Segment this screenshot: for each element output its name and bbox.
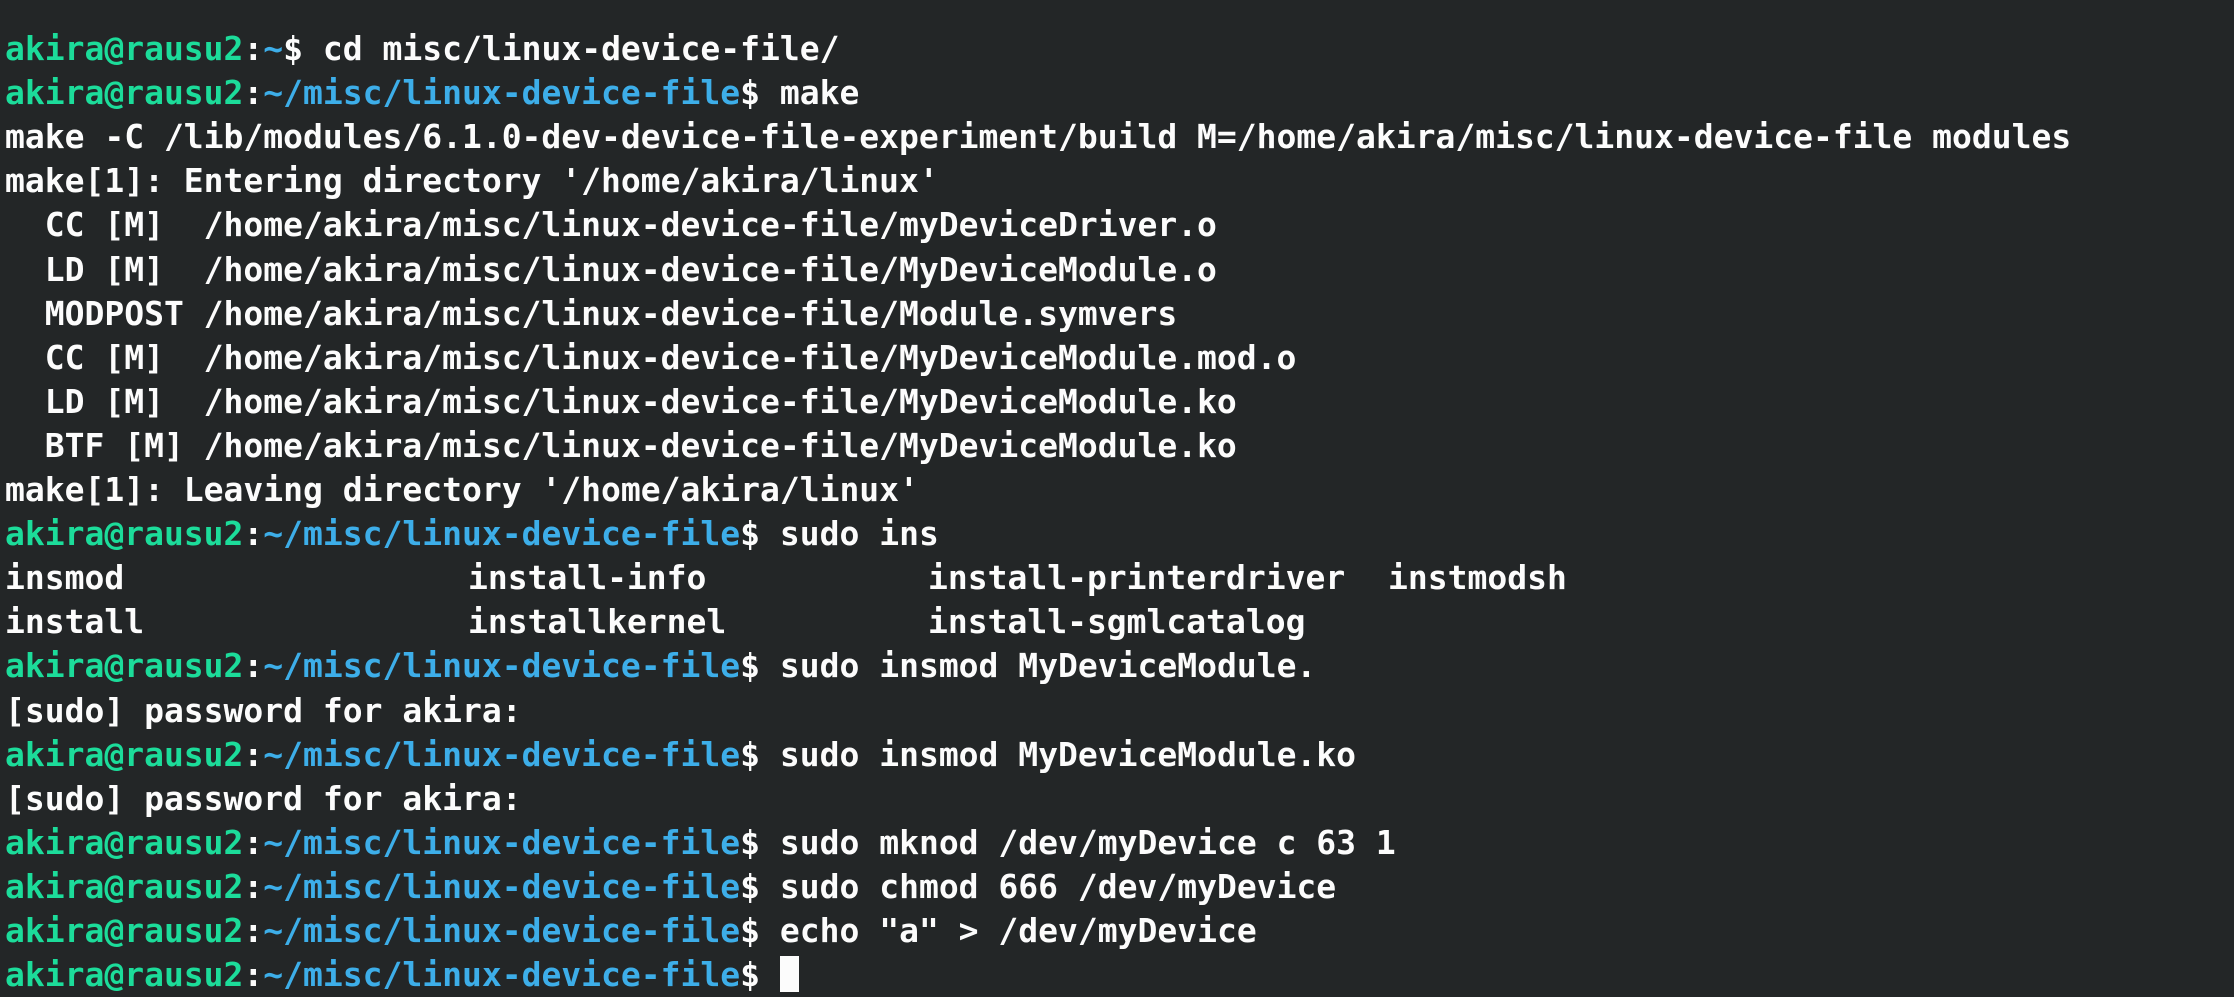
prompt-separator: :	[243, 734, 264, 774]
prompt-separator: :	[243, 29, 264, 69]
output-line: make -C /lib/modules/6.1.0-dev-device-fi…	[5, 115, 2234, 159]
terminal-cursor[interactable]	[779, 956, 799, 993]
prompt-user-host: akira@rausu2	[5, 734, 244, 774]
completion-item: instmodsh	[1388, 558, 1567, 598]
prompt-dollar: $	[740, 866, 780, 906]
prompt-user-host: akira@rausu2	[5, 646, 244, 686]
prompt-separator: :	[243, 514, 264, 554]
output-line: make[1]: Entering directory '/home/akira…	[5, 159, 2234, 203]
prompt-line: akira@rausu2:~/misc/linux-device-file$ m…	[5, 71, 2234, 115]
prompt-line: akira@rausu2:~/misc/linux-device-file$ s…	[5, 821, 2234, 865]
prompt-line: akira@rausu2:~/misc/linux-device-file$ e…	[5, 909, 2234, 953]
prompt-separator: :	[243, 955, 264, 995]
prompt-dollar: $	[740, 910, 780, 950]
output-line: MODPOST /home/akira/misc/linux-device-fi…	[5, 292, 2234, 336]
output-line: LD [M] /home/akira/misc/linux-device-fil…	[5, 380, 2234, 424]
output-text: CC [M] /home/akira/misc/linux-device-fil…	[5, 337, 1297, 377]
output-text: [sudo] password for akira:	[5, 690, 522, 730]
prompt-path: ~/misc/linux-device-file	[263, 73, 741, 113]
output-line: LD [M] /home/akira/misc/linux-device-fil…	[5, 248, 2234, 292]
command-text: sudo insmod MyDeviceModule.ko	[779, 734, 1357, 774]
prompt-path: ~/misc/linux-device-file	[263, 822, 741, 862]
terminal-output[interactable]: akira@rausu2:~$ cd misc/linux-device-fil…	[5, 0, 2234, 996]
prompt-separator: :	[243, 866, 264, 906]
output-text: make[1]: Leaving directory '/home/akira/…	[5, 470, 919, 510]
prompt-line: akira@rausu2:~/misc/linux-device-file$ s…	[5, 733, 2234, 777]
prompt-dollar: $	[740, 73, 780, 113]
prompt-path: ~/misc/linux-device-file	[263, 646, 741, 686]
command-text: sudo insmod MyDeviceModule.	[779, 646, 1317, 686]
prompt-user-host: akira@rausu2	[5, 73, 244, 113]
prompt-path: ~/misc/linux-device-file	[263, 910, 741, 950]
prompt-dollar: $	[740, 734, 780, 774]
command-text: make	[779, 73, 860, 113]
prompt-dollar: $	[740, 822, 780, 862]
prompt-user-host: akira@rausu2	[5, 955, 244, 995]
completion-item: install-printerdriver	[928, 558, 1346, 598]
output-line: install installkernel install-sgmlcatalog	[5, 600, 2234, 644]
command-text: sudo mknod /dev/myDevice c 63 1	[779, 822, 1396, 862]
prompt-path: ~/misc/linux-device-file	[263, 734, 741, 774]
prompt-dollar: $	[740, 955, 780, 995]
prompt-line: akira@rausu2:~/misc/linux-device-file$ s…	[5, 512, 2234, 556]
prompt-dollar: $	[740, 646, 780, 686]
command-text: cd misc/linux-device-file/	[322, 29, 840, 69]
output-line: [sudo] password for akira:	[5, 689, 2234, 733]
prompt-path: ~/misc/linux-device-file	[263, 514, 741, 554]
output-line: [sudo] password for akira:	[5, 777, 2234, 821]
prompt-separator: :	[243, 646, 264, 686]
prompt-separator: :	[243, 73, 264, 113]
prompt-user-host: akira@rausu2	[5, 822, 244, 862]
output-text: MODPOST /home/akira/misc/linux-device-fi…	[5, 293, 1178, 333]
prompt-separator: :	[243, 910, 264, 950]
prompt-path: ~	[263, 29, 284, 69]
command-text: echo "a" > /dev/myDevice	[779, 910, 1257, 950]
prompt-user-host: akira@rausu2	[5, 29, 244, 69]
output-text: make -C /lib/modules/6.1.0-dev-device-fi…	[5, 117, 2072, 157]
prompt-user-host: akira@rausu2	[5, 866, 244, 906]
completion-item: installkernel	[468, 602, 727, 642]
output-text: LD [M] /home/akira/misc/linux-device-fil…	[5, 381, 1237, 421]
command-text: sudo ins	[779, 514, 939, 554]
prompt-line: akira@rausu2:~/misc/linux-device-file$ s…	[5, 865, 2234, 909]
completion-item: install	[5, 602, 145, 642]
output-line: CC [M] /home/akira/misc/linux-device-fil…	[5, 203, 2234, 247]
prompt-line: akira@rausu2:~/misc/linux-device-file$	[5, 953, 2234, 997]
prompt-separator: :	[243, 822, 264, 862]
completion-item: insmod	[5, 558, 125, 598]
output-text: BTF [M] /home/akira/misc/linux-device-fi…	[5, 425, 1237, 465]
prompt-dollar: $	[740, 514, 780, 554]
output-text: make[1]: Entering directory '/home/akira…	[5, 161, 939, 201]
output-text: [sudo] password for akira:	[5, 778, 522, 818]
prompt-user-host: akira@rausu2	[5, 514, 244, 554]
output-text: CC [M] /home/akira/misc/linux-device-fil…	[5, 205, 1217, 245]
completion-item: install-info	[468, 558, 707, 598]
prompt-line: akira@rausu2:~/misc/linux-device-file$ s…	[5, 644, 2234, 688]
prompt-user-host: akira@rausu2	[5, 910, 244, 950]
prompt-line: akira@rausu2:~$ cd misc/linux-device-fil…	[5, 27, 2234, 71]
completion-item: install-sgmlcatalog	[928, 602, 1306, 642]
prompt-dollar: $	[283, 29, 323, 69]
prompt-path: ~/misc/linux-device-file	[263, 955, 741, 995]
output-text: LD [M] /home/akira/misc/linux-device-fil…	[5, 249, 1217, 289]
command-text: sudo chmod 666 /dev/myDevice	[779, 866, 1337, 906]
output-line: CC [M] /home/akira/misc/linux-device-fil…	[5, 336, 2234, 380]
output-line: BTF [M] /home/akira/misc/linux-device-fi…	[5, 424, 2234, 468]
output-line: make[1]: Leaving directory '/home/akira/…	[5, 468, 2234, 512]
prompt-path: ~/misc/linux-device-file	[263, 866, 741, 906]
output-line: insmod install-info install-printerdriver i…	[5, 556, 2234, 600]
